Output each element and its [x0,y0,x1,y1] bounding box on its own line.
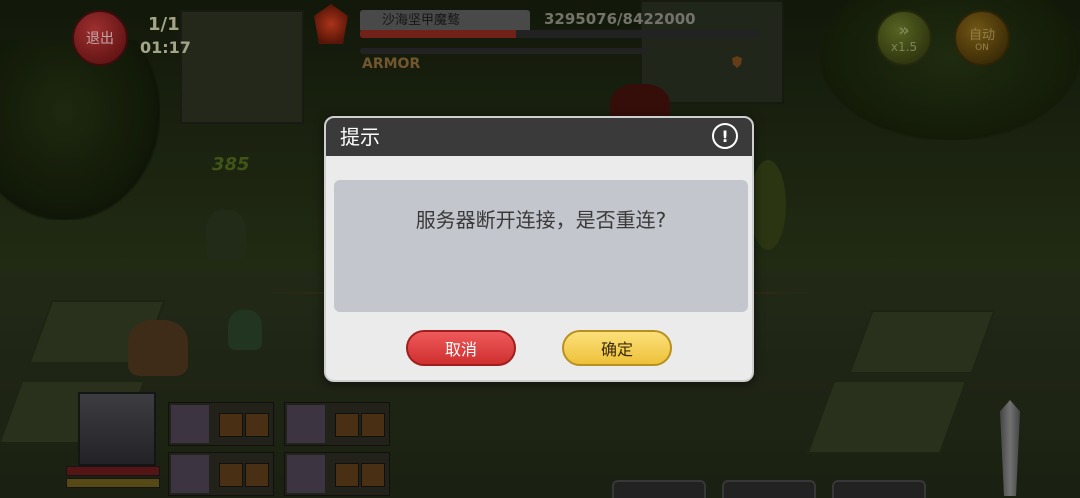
game-screen: 385 退出 1/1 01:17 沙海坚甲魔骜 3295076/8422000 … [0,0,1080,498]
confirm-button[interactable]: 确定 [562,330,672,366]
dialog-message: 服务器断开连接，是否重连? [415,208,667,232]
info-icon: ! [712,123,738,149]
cancel-button[interactable]: 取消 [406,330,516,366]
dialog-header: 提示 ! [326,118,752,156]
dialog-title: 提示 [340,125,380,149]
dialog-body: 服务器断开连接，是否重连? [334,180,748,312]
reconnect-dialog: 提示 ! 服务器断开连接，是否重连? 取消 确定 [324,116,754,382]
